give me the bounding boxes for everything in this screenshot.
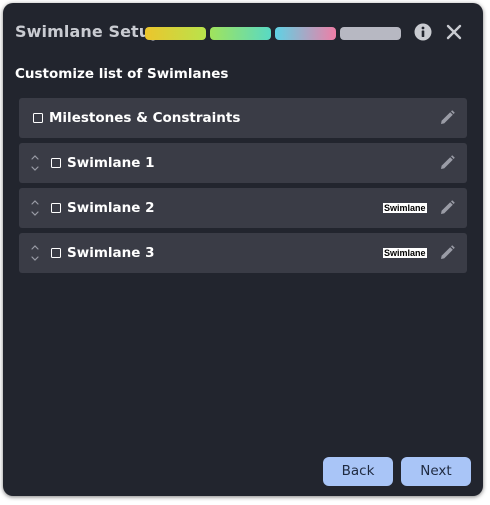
section-heading: Customize list of Swimlanes (15, 66, 229, 82)
swimlane-row-2: Swimlane 2 Swimlane (19, 188, 467, 228)
swimlane-row-milestones: Milestones & Constraints (19, 98, 467, 138)
swimlane-label: Swimlane 1 (67, 155, 155, 171)
pencil-icon[interactable] (439, 200, 455, 216)
drag-handle-icon[interactable] (30, 243, 40, 263)
swimlane-row-1: Swimlane 1 (19, 143, 467, 183)
swimlane-row-3: Swimlane 3 Swimlane (19, 233, 467, 273)
pencil-icon[interactable] (439, 245, 455, 261)
info-icon[interactable] (414, 23, 432, 41)
step-indicator-2 (210, 27, 271, 40)
drag-handle-icon[interactable] (30, 153, 40, 173)
dialog-title: Swimlane Setup (15, 22, 162, 41)
step-indicator-4 (340, 27, 401, 40)
pencil-icon[interactable] (439, 155, 455, 171)
swimlane-list: Milestones & Constraints Swimlane 1 Swim… (19, 98, 467, 278)
pencil-icon[interactable] (439, 110, 455, 126)
back-button[interactable]: Back (323, 457, 393, 486)
step-indicator-3 (275, 27, 336, 40)
swimlane-style-preview: Swimlane (383, 248, 427, 258)
close-icon[interactable] (446, 24, 462, 40)
swimlane-checkbox[interactable] (33, 113, 43, 123)
swimlane-label: Swimlane 3 (67, 245, 155, 261)
swimlane-label: Swimlane 2 (67, 200, 155, 216)
next-button[interactable]: Next (401, 457, 471, 486)
step-indicator-1 (145, 27, 206, 40)
swimlane-style-preview: Swimlane (383, 203, 427, 213)
swimlane-setup-dialog: Swimlane Setup Customize list of Swimlan… (3, 3, 483, 496)
swimlane-label: Milestones & Constraints (49, 110, 241, 126)
swimlane-checkbox[interactable] (51, 158, 61, 168)
step-progress (145, 27, 401, 40)
swimlane-checkbox[interactable] (51, 203, 61, 213)
drag-handle-icon[interactable] (30, 198, 40, 218)
swimlane-checkbox[interactable] (51, 248, 61, 258)
